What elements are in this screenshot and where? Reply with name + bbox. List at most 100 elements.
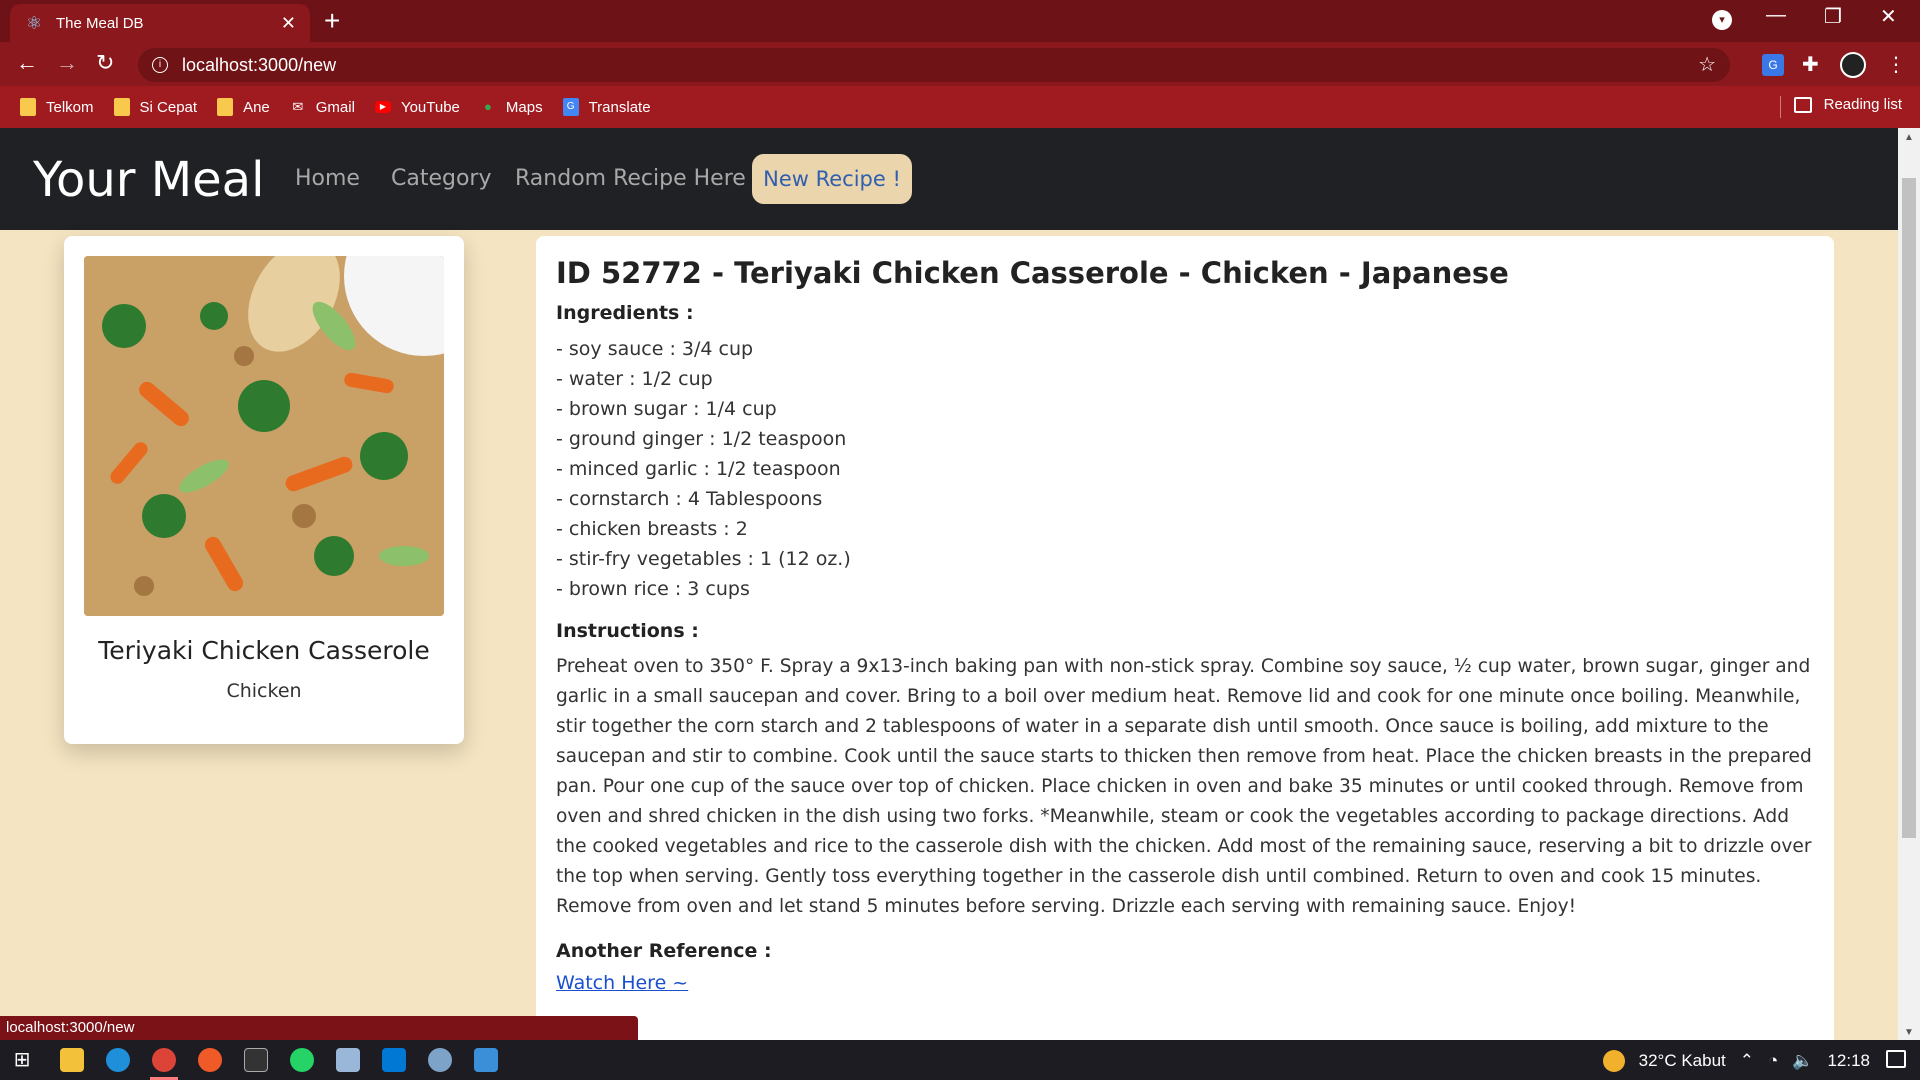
bookmark-translate[interactable]: G Translate: [562, 98, 651, 116]
extensions-puzzle-icon[interactable]: ✚: [1802, 52, 1819, 77]
brand-logo[interactable]: Your Meal: [33, 152, 264, 208]
bookmark-si-cepat[interactable]: Si Cepat: [113, 98, 198, 116]
new-tab-icon[interactable]: +: [324, 6, 340, 36]
bookmark-label: YouTube: [400, 98, 460, 116]
close-tab-icon[interactable]: ✕: [281, 13, 296, 34]
bookmark-maps[interactable]: ● Maps: [480, 98, 543, 116]
page-scrollbar[interactable]: ▲ ▼: [1898, 128, 1920, 1040]
bookmark-ane[interactable]: Ane: [217, 98, 270, 116]
bookmarks-divider: [1780, 96, 1781, 118]
translate-extension-icon[interactable]: G: [1762, 54, 1784, 76]
reload-icon[interactable]: ↻: [96, 50, 114, 76]
vscode-icon[interactable]: [382, 1048, 406, 1072]
browser-tabstrip: ⚛ The Meal DB ✕ + ▾ — ❐ ✕: [0, 0, 1920, 42]
chrome-icon[interactable]: [152, 1048, 176, 1072]
bookmark-telkom[interactable]: Telkom: [20, 98, 94, 116]
menu-kebab-icon[interactable]: ⋮: [1886, 52, 1906, 77]
restore-icon[interactable]: ❐: [1824, 4, 1842, 29]
chevron-up-icon[interactable]: ⌃: [1740, 1051, 1754, 1071]
edge-icon[interactable]: [106, 1048, 130, 1072]
volume-icon[interactable]: 🔈: [1792, 1051, 1813, 1071]
ingredient-item: - brown rice : 3 cups: [556, 578, 750, 600]
ingredient-item: - water : 1/2 cup: [556, 368, 713, 390]
bookmark-label: Si Cepat: [139, 98, 198, 116]
nav-new-recipe[interactable]: New Recipe !: [752, 154, 912, 204]
scroll-up-icon[interactable]: ▲: [1904, 132, 1914, 143]
app-navbar: Your Meal Home Category Random Recipe He…: [0, 128, 1898, 230]
ingredient-item: - soy sauce : 3/4 cup: [556, 338, 754, 360]
ingredients-list: - soy sauce : 3/4 cup - water : 1/2 cup …: [556, 334, 1814, 604]
windows-start-icon[interactable]: ⊞: [10, 1048, 34, 1072]
ingredient-item: - cornstarch : 4 Tablespoons: [556, 488, 823, 510]
nav-category[interactable]: Category: [391, 166, 492, 191]
reading-list-icon: [1793, 96, 1812, 113]
meal-detail-title: ID 52772 - Teriyaki Chicken Casserole - …: [556, 256, 1509, 290]
weather-icon: [1602, 1050, 1625, 1072]
network-icon[interactable]: ◔: [1768, 1051, 1778, 1071]
file-explorer-icon[interactable]: [60, 1048, 84, 1072]
browser-toolbar: ← → ↻ i localhost:3000/new ☆ G ✚ ⋮: [0, 42, 1920, 86]
scroll-down-icon[interactable]: ▼: [1904, 1027, 1914, 1038]
site-info-icon[interactable]: i: [152, 57, 168, 73]
bookmark-gmail[interactable]: ✉ Gmail: [290, 98, 355, 116]
os-taskbar: ⊞ 32°C Kabut ⌃ ◔ 🔈 12:18: [0, 1040, 1920, 1080]
instructions-heading: Instructions :: [556, 620, 699, 642]
weather-text[interactable]: 32°C Kabut: [1639, 1051, 1726, 1071]
profile-avatar[interactable]: [1840, 52, 1866, 78]
youtube-icon: ▶: [374, 101, 391, 113]
bookmark-label: Ane: [243, 98, 270, 116]
bookmarks-bar: Telkom Si Cepat Ane ✉ Gmail ▶ YouTube ● …: [0, 86, 1920, 128]
maps-pin-icon: ●: [483, 99, 492, 114]
bookmark-star-icon[interactable]: ☆: [1698, 52, 1716, 77]
ingredient-item: - brown sugar : 1/4 cup: [556, 398, 777, 420]
ingredient-item: - stir-fry vegetables : 1 (12 oz.): [556, 548, 851, 570]
app-icon[interactable]: [428, 1048, 452, 1072]
meal-category: Chicken: [226, 680, 302, 702]
gmail-icon: ✉: [292, 99, 304, 114]
close-window-icon[interactable]: ✕: [1880, 4, 1897, 29]
bookmark-youtube[interactable]: ▶ YouTube: [374, 98, 460, 116]
nav-home[interactable]: Home: [295, 166, 360, 191]
meal-photo: [84, 256, 444, 616]
folder-icon: [217, 98, 234, 116]
meal-name: Teriyaki Chicken Casserole: [98, 636, 430, 665]
folder-icon: [20, 98, 36, 116]
translate-icon: G: [562, 98, 579, 116]
reading-list-button[interactable]: Reading list: [1793, 96, 1902, 113]
bookmark-label: Maps: [505, 98, 543, 116]
clock[interactable]: 12:18: [1827, 1051, 1870, 1071]
reading-list-label: Reading list: [1823, 96, 1902, 113]
status-url-bubble: localhost:3000/new: [0, 1016, 638, 1040]
meal-card: Teriyaki Chicken Casserole Chicken: [64, 236, 464, 744]
minimize-icon[interactable]: —: [1766, 4, 1786, 27]
address-bar[interactable]: i localhost:3000/new ☆: [138, 48, 1730, 82]
browser-tab[interactable]: ⚛ The Meal DB ✕: [10, 4, 310, 42]
nav-random-recipe[interactable]: Random Recipe Here !: [515, 166, 762, 191]
ingredient-item: - chicken breasts : 2: [556, 518, 748, 540]
photo-app-icon[interactable]: [474, 1048, 498, 1072]
notification-icon[interactable]: [1886, 1050, 1906, 1068]
ingredient-item: - minced garlic : 1/2 teaspoon: [556, 458, 841, 480]
meal-image: [84, 256, 444, 616]
back-icon[interactable]: ←: [16, 50, 38, 76]
reference-heading: Another Reference :: [556, 940, 772, 962]
meal-detail-card: ID 52772 - Teriyaki Chicken Casserole - …: [536, 236, 1834, 1056]
folder-icon: [113, 98, 130, 116]
forward-icon[interactable]: →: [56, 50, 78, 76]
watch-here-link[interactable]: Watch Here ~: [556, 972, 688, 994]
instructions-text: Preheat oven to 350° F. Spray a 9x13-inc…: [556, 656, 1812, 917]
system-tray: 32°C Kabut ⌃ ◔ 🔈 12:18: [1602, 1050, 1870, 1072]
ingredients-heading: Ingredients :: [556, 302, 694, 324]
notes-icon[interactable]: [336, 1048, 360, 1072]
whatsapp-icon[interactable]: [290, 1048, 314, 1072]
tab-search-icon[interactable]: ▾: [1712, 10, 1732, 30]
scroll-thumb[interactable]: [1902, 178, 1916, 838]
bookmark-label: Gmail: [315, 98, 355, 116]
terminal-icon[interactable]: [244, 1048, 268, 1072]
bookmark-label: Telkom: [46, 98, 94, 116]
postman-icon[interactable]: [198, 1048, 222, 1072]
bookmark-label: Translate: [588, 98, 651, 116]
tab-title: The Meal DB: [56, 14, 144, 32]
react-icon: ⚛: [25, 13, 43, 33]
ingredient-item: - ground ginger : 1/2 teaspoon: [556, 428, 847, 450]
